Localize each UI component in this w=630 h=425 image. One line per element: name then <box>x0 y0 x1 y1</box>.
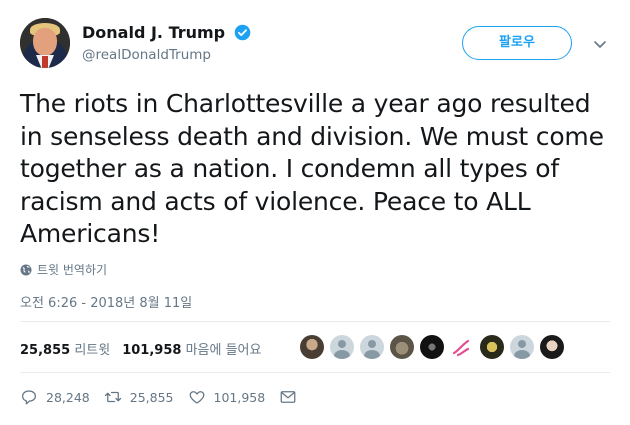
translate-tweet-link[interactable]: 트윗 번역하기 <box>20 261 107 278</box>
tweet-stats: 25,855 리트윗 101,958 마음에 들어요 <box>20 339 273 358</box>
liker-avatar-pink[interactable] <box>450 335 474 359</box>
retweet-stat[interactable]: 25,855 리트윗 <box>20 339 110 358</box>
translate-label: 트윗 번역하기 <box>37 263 108 277</box>
tweet-timestamp[interactable]: 오전 6:26 - 2018년 8월 11일 <box>20 292 192 311</box>
follow-button[interactable]: 팔로우 <box>462 26 572 60</box>
like-stat-count: 101,958 <box>122 343 182 358</box>
default-avatar[interactable] <box>510 335 534 359</box>
reply-count: 28,248 <box>46 389 90 405</box>
reply-button[interactable]: 28,248 <box>20 388 90 406</box>
like-button[interactable]: 101,958 <box>188 388 266 406</box>
retweet-icon <box>104 391 121 403</box>
user-handle[interactable]: @realDonaldTrump <box>82 47 251 63</box>
default-avatar[interactable] <box>360 335 384 359</box>
retweet-stat-label: 리트윗 <box>74 343 111 358</box>
like-count: 101,958 <box>213 389 266 405</box>
verified-badge-icon <box>234 24 251 41</box>
like-stat-label: 마음에 들어요 <box>185 343 262 358</box>
divider <box>20 372 610 373</box>
retweet-count: 25,855 <box>129 389 174 405</box>
chevron-down-icon[interactable] <box>592 36 608 52</box>
liker-avatar-woman[interactable] <box>540 335 564 359</box>
envelope-icon <box>280 391 296 403</box>
likers-avatars <box>300 335 564 359</box>
liker-avatar-photo[interactable] <box>300 335 324 359</box>
retweet-button[interactable]: 25,855 <box>104 388 174 406</box>
liker-avatar-emblem[interactable] <box>480 335 504 359</box>
liker-avatar-dark[interactable] <box>420 335 444 359</box>
liker-avatar-wolf[interactable] <box>390 335 414 359</box>
heart-icon <box>189 391 204 404</box>
retweet-stat-count: 25,855 <box>20 343 71 358</box>
tweet-card: Donald J. Trump @realDonaldTrump 팔로우 The… <box>0 0 630 425</box>
user-avatar[interactable] <box>20 18 70 68</box>
tweet-actions: 28,248 25,855 101,958 <box>20 388 311 406</box>
default-avatar[interactable] <box>330 335 354 359</box>
display-name[interactable]: Donald J. Trump <box>82 23 225 42</box>
pink-mark-icon <box>452 339 470 357</box>
user-names: Donald J. Trump @realDonaldTrump <box>82 22 251 63</box>
direct-message-button[interactable] <box>279 388 297 406</box>
divider <box>20 321 610 322</box>
like-stat[interactable]: 101,958 마음에 들어요 <box>122 339 261 358</box>
tweet-text: The riots in Charlottesville a year ago … <box>20 89 604 248</box>
reply-icon <box>21 390 37 405</box>
globe-icon <box>20 264 32 275</box>
tweet-header: Donald J. Trump @realDonaldTrump 팔로우 <box>20 18 610 73</box>
